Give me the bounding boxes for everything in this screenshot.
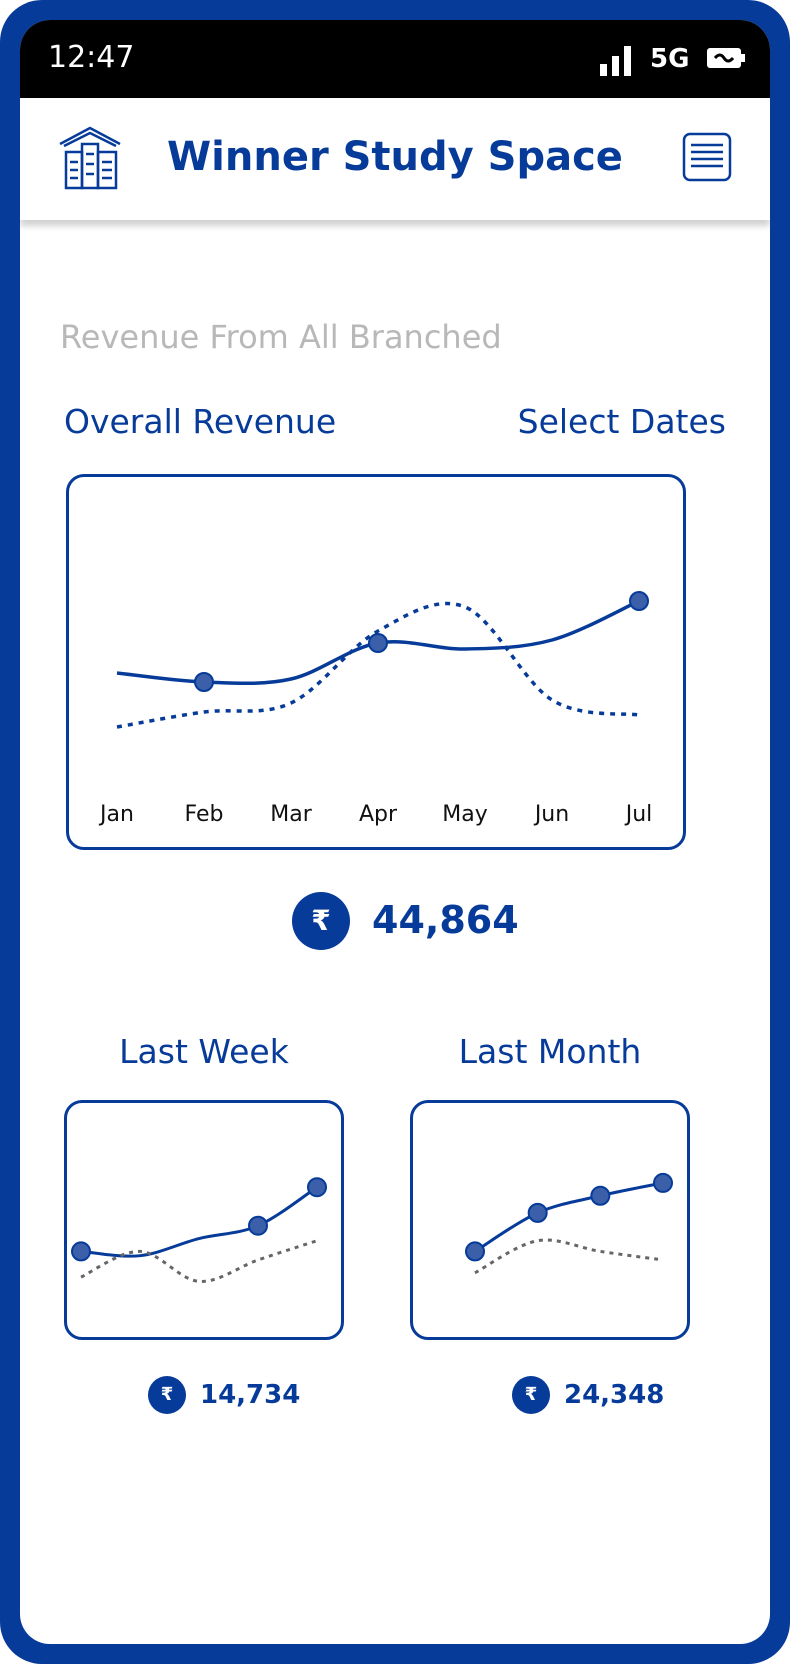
- x-tick-label: Mar: [270, 802, 312, 827]
- menu-icon[interactable]: [682, 132, 732, 182]
- series-line-2: [80, 1239, 318, 1283]
- last-month-chart-svg: [465, 1172, 673, 1275]
- app-title: Winner Study Space: [167, 134, 623, 180]
- overall-total: ₹ 44,864: [20, 892, 770, 952]
- rupee-icon: ₹: [148, 1376, 186, 1414]
- status-time: 12:47: [48, 40, 135, 75]
- page-subtitle: Revenue From All Branched: [60, 318, 502, 356]
- app-header: Winner Study Space: [20, 98, 770, 220]
- last-week-label: Last Week: [119, 1032, 289, 1071]
- network-label: 5G: [650, 44, 690, 74]
- rupee-icon: ₹: [512, 1376, 550, 1414]
- x-tick-label: Jun: [533, 802, 569, 827]
- overall-total-value: 44,864: [372, 898, 519, 942]
- last-week-chart-svg: [71, 1177, 327, 1283]
- data-point[interactable]: [307, 1177, 327, 1198]
- x-tick-label: May: [442, 802, 487, 827]
- screen: 12:47 5G Winner Study Space Revenue From…: [20, 20, 770, 1644]
- data-point[interactable]: [248, 1215, 268, 1236]
- data-point[interactable]: [629, 591, 649, 611]
- x-tick-label: Apr: [359, 802, 398, 827]
- signal-icon: [600, 46, 631, 76]
- last-month-label: Last Month: [458, 1032, 642, 1071]
- last-month-chart: [410, 1100, 690, 1340]
- select-dates-link[interactable]: Select Dates: [518, 402, 726, 441]
- data-point[interactable]: [590, 1185, 611, 1206]
- series-line-2: [116, 601, 640, 729]
- overall-revenue-chart-svg: Jan Feb Mar Apr May Jun Jul: [98, 591, 653, 827]
- last-week-total: 14,734: [200, 1380, 301, 1410]
- series-line-1: [474, 1181, 664, 1253]
- device-frame: 12:47 5G Winner Study Space Revenue From…: [0, 0, 790, 1664]
- battery-icon: [707, 48, 745, 68]
- x-tick-label: Feb: [185, 802, 224, 827]
- rupee-icon: ₹: [292, 892, 350, 950]
- x-tick-label: Jan: [98, 802, 134, 827]
- data-point[interactable]: [194, 672, 214, 692]
- last-month-total: 24,348: [564, 1380, 665, 1410]
- data-point[interactable]: [653, 1172, 673, 1193]
- status-bar: 12:47 5G: [20, 20, 770, 98]
- overall-revenue-chart: Jan Feb Mar Apr May Jun Jul: [66, 474, 686, 850]
- data-point[interactable]: [527, 1202, 548, 1223]
- series-line-1: [80, 1185, 318, 1258]
- overall-revenue-label: Overall Revenue: [64, 402, 337, 441]
- x-tick-label: Jul: [624, 802, 653, 827]
- data-point[interactable]: [71, 1241, 91, 1262]
- data-point[interactable]: [368, 633, 388, 653]
- data-point[interactable]: [465, 1241, 485, 1262]
- last-week-chart: [64, 1100, 344, 1340]
- series-line-2: [474, 1238, 664, 1275]
